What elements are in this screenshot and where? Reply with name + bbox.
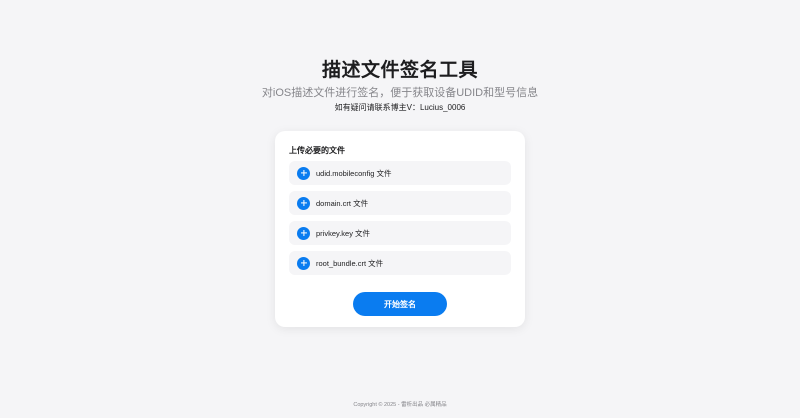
- upload-domain-crt[interactable]: domain.crt 文件: [289, 191, 511, 215]
- upload-card: 上传必要的文件 udid.mobileconfig 文件 domain.crt …: [275, 131, 525, 327]
- start-sign-button[interactable]: 开始签名: [353, 292, 447, 316]
- page-subtitle: 对iOS描述文件进行签名，便于获取设备UDID和型号信息: [261, 87, 539, 99]
- upload-section-title: 上传必要的文件: [289, 146, 345, 155]
- footer-copyright: Copyright © 2025 - 雷析出品 必属精品: [353, 402, 447, 408]
- page-header: 描述文件签名工具 对iOS描述文件进行签名，便于获取设备UDID和型号信息 如有…: [0, 58, 800, 114]
- file-label: privkey.key 文件: [316, 228, 371, 238]
- plus-circle-icon: [297, 196, 310, 210]
- upload-privkey-key[interactable]: privkey.key 文件: [289, 221, 511, 245]
- plus-circle-icon: [297, 166, 310, 180]
- plus-circle-icon: [297, 256, 310, 270]
- page-title: 描述文件签名工具: [321, 60, 478, 81]
- file-label: udid.mobileconfig 文件: [316, 168, 392, 178]
- upload-root-bundle-crt[interactable]: root_bundle.crt 文件: [289, 251, 511, 275]
- file-list: udid.mobileconfig 文件 domain.crt 文件 privk…: [289, 161, 511, 275]
- plus-circle-icon: [297, 226, 310, 240]
- file-label: domain.crt 文件: [316, 198, 369, 208]
- contact-info: 如有疑问请联系博主V：Lucius_0006: [334, 103, 466, 112]
- upload-udid-mobileconfig[interactable]: udid.mobileconfig 文件: [289, 161, 511, 185]
- file-label: root_bundle.crt 文件: [316, 258, 384, 268]
